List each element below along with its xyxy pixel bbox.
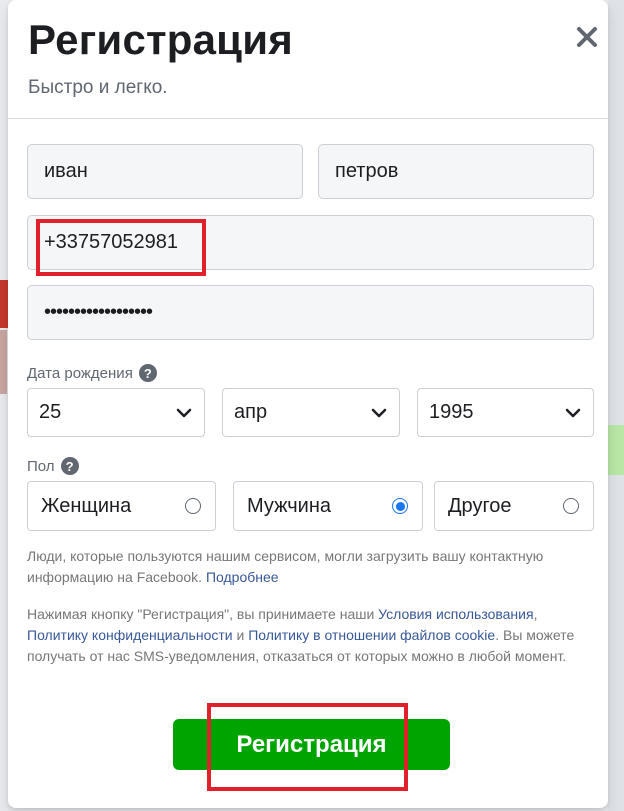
birth-month-value: апр bbox=[234, 401, 268, 423]
password-field[interactable]: •••••••••••••••••• bbox=[27, 285, 594, 340]
learn-more-link[interactable]: Подробнее bbox=[206, 569, 279, 585]
birth-year-select[interactable]: 1995 bbox=[417, 388, 594, 437]
birthday-label: Дата рождения ? bbox=[27, 364, 157, 382]
close-icon bbox=[577, 27, 597, 47]
radio-button[interactable] bbox=[185, 498, 201, 514]
help-icon[interactable]: ? bbox=[60, 457, 79, 475]
birth-day-value: 25 bbox=[39, 401, 62, 423]
help-icon[interactable]: ? bbox=[138, 364, 157, 382]
radio-button[interactable] bbox=[563, 498, 579, 514]
birth-day-select[interactable]: 25 bbox=[27, 388, 205, 437]
privacy-link[interactable]: Политику конфиденциальности bbox=[27, 627, 233, 643]
annotation-arrow-tail bbox=[0, 330, 7, 394]
phone-value: +33757052981 bbox=[44, 231, 179, 253]
dialog-subtitle: Быстро и легко. bbox=[28, 77, 168, 98]
radio-button[interactable] bbox=[392, 498, 408, 514]
terms-prefix: Нажимая кнопку "Регистрация", вы принима… bbox=[27, 606, 375, 622]
radio-selected-dot bbox=[395, 501, 405, 511]
terms-notice: Нажимая кнопку "Регистрация", вы принима… bbox=[27, 606, 575, 664]
terms-link[interactable]: Условия использования bbox=[378, 606, 533, 622]
registration-dialog: Регистрация Быстро и легко. иван петров … bbox=[8, 0, 608, 808]
dialog-header: Регистрация Быстро и легко. bbox=[8, 0, 608, 119]
contacts-notice: Люди, которые пользуются нашим сервисом,… bbox=[27, 546, 593, 588]
contacts-notice-text: Люди, которые пользуются нашим сервисом,… bbox=[27, 548, 544, 585]
gender-label-text: Пол bbox=[27, 457, 55, 475]
gender-option-label: Другое bbox=[448, 494, 512, 517]
dialog-title: Регистрация bbox=[28, 16, 293, 63]
first-name-value: иван bbox=[44, 160, 88, 182]
terms-and: и bbox=[236, 627, 245, 643]
gender-option-label: Мужчина bbox=[247, 494, 332, 517]
gender-option-label: Женщина bbox=[41, 494, 132, 517]
background-green-block bbox=[608, 425, 624, 475]
first-name-field[interactable]: иван bbox=[27, 144, 303, 199]
phone-field[interactable]: +33757052981 bbox=[27, 215, 594, 270]
gender-option-male[interactable]: Мужчина bbox=[233, 481, 423, 531]
register-button[interactable]: Регистрация bbox=[173, 719, 450, 770]
gender-label: Пол ? bbox=[27, 457, 79, 475]
password-value: •••••••••••••••••• bbox=[44, 301, 153, 323]
birthday-label-text: Дата рождения bbox=[27, 364, 133, 382]
birth-year-value: 1995 bbox=[429, 401, 474, 423]
gender-option-other[interactable]: Другое bbox=[434, 481, 594, 531]
gender-option-female[interactable]: Женщина bbox=[27, 481, 216, 531]
chevron-down-icon bbox=[176, 408, 192, 417]
chevron-down-icon bbox=[371, 408, 387, 417]
close-button[interactable] bbox=[570, 20, 604, 54]
birth-month-select[interactable]: апр bbox=[222, 388, 400, 437]
chevron-down-icon bbox=[565, 408, 581, 417]
cookie-policy-link[interactable]: Политику в отношении файлов cookie bbox=[248, 627, 495, 643]
last-name-value: петров bbox=[335, 160, 399, 182]
background-strip bbox=[608, 0, 624, 811]
last-name-field[interactable]: петров bbox=[318, 144, 594, 199]
